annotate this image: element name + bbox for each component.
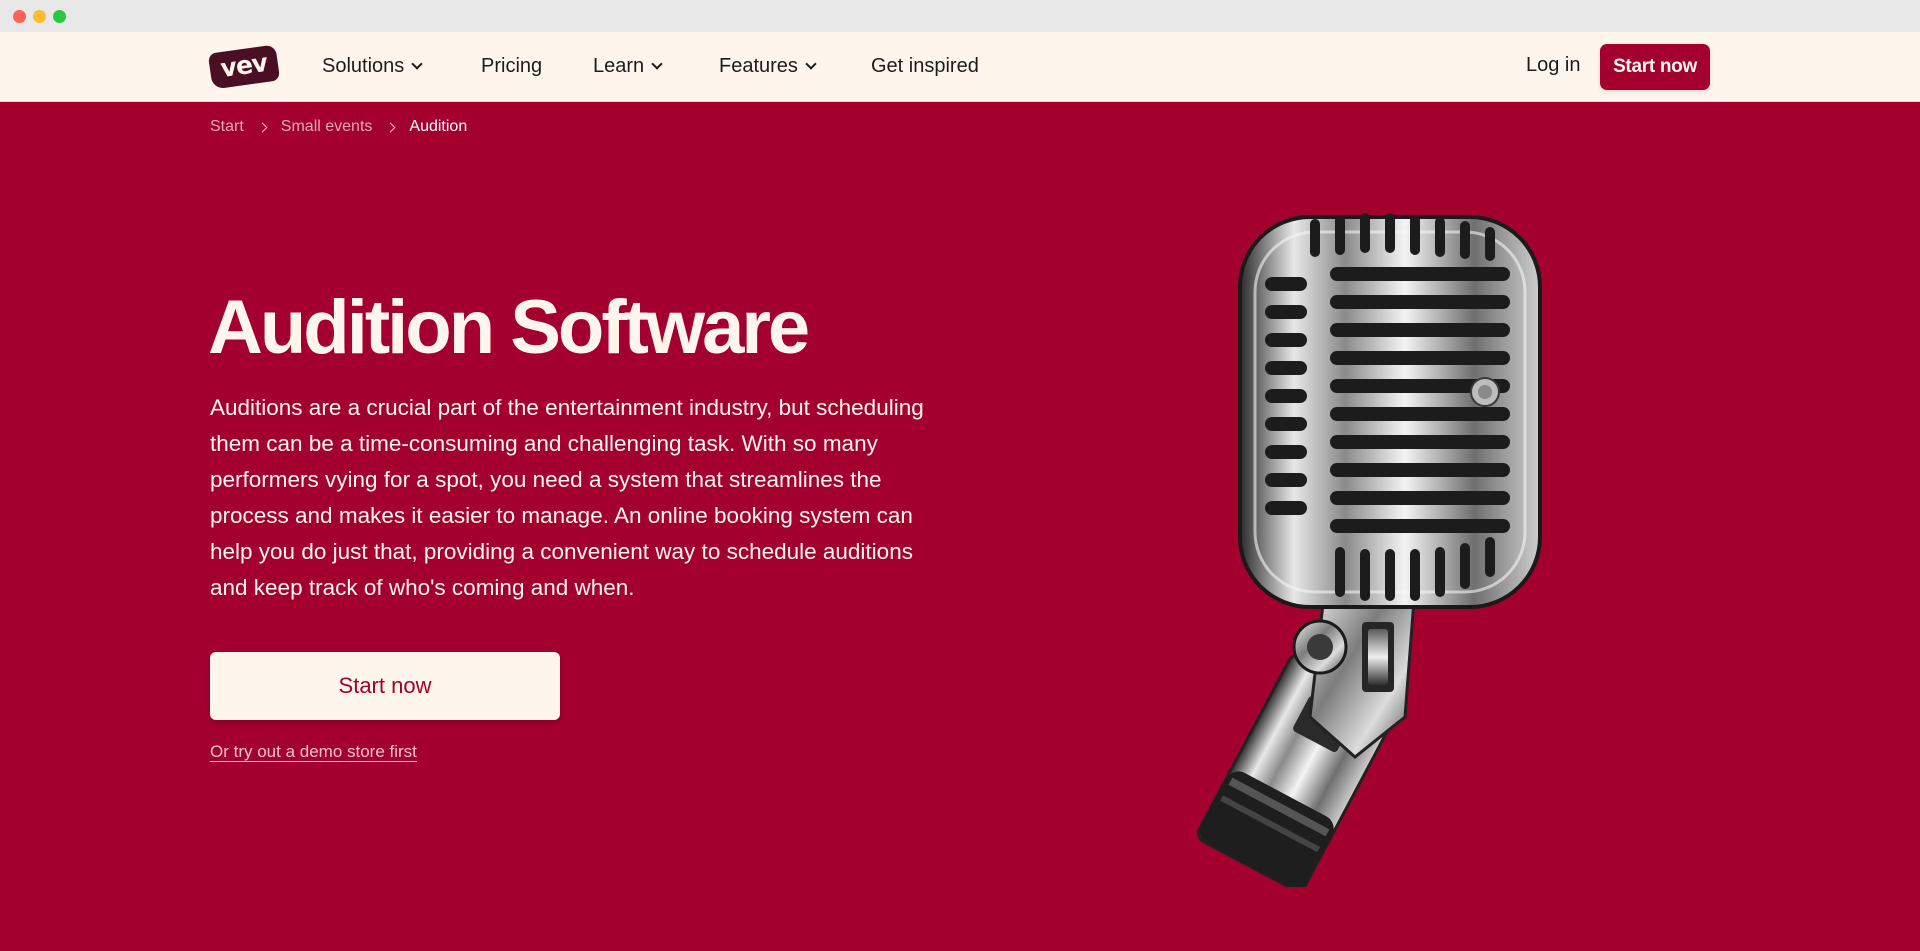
chevron-right-icon <box>257 122 268 132</box>
chevron-right-icon <box>385 122 396 132</box>
chevron-down-icon <box>805 58 817 70</box>
demo-store-link[interactable]: Or try out a demo store first <box>210 742 417 762</box>
breadcrumb: Start Small events Audition <box>210 118 467 136</box>
browser-titlebar <box>0 0 1920 32</box>
nav-get-inspired[interactable]: Get inspired <box>871 54 979 78</box>
nav-features-label: Features <box>719 54 798 77</box>
chevron-down-icon <box>411 58 423 70</box>
page-title: Audition Software <box>208 285 810 370</box>
top-navigation: vev Solutions Pricing Learn Features Get… <box>0 32 1920 102</box>
hero-description: Auditions are a crucial part of the ente… <box>210 395 924 600</box>
hero-section: Start Small events Audition Audition Sof… <box>0 102 1920 951</box>
nav-solutions[interactable]: Solutions <box>322 54 423 78</box>
minimize-window-button[interactable] <box>33 10 46 23</box>
maximize-window-button[interactable] <box>53 10 66 23</box>
logo-text: vev <box>218 47 269 84</box>
nav-learn[interactable]: Learn <box>593 54 663 78</box>
close-window-button[interactable] <box>13 10 26 23</box>
nav-start-now-button[interactable]: Start now <box>1600 44 1710 90</box>
breadcrumb-small-events[interactable]: Small events <box>281 118 373 136</box>
breadcrumb-start[interactable]: Start <box>210 118 244 136</box>
nav-pricing-label: Pricing <box>481 54 543 77</box>
nav-get-inspired-label: Get inspired <box>871 54 979 77</box>
nav-features[interactable]: Features <box>719 54 817 78</box>
vev-logo[interactable]: vev <box>207 44 281 90</box>
chevron-down-icon <box>651 58 663 70</box>
breadcrumb-current: Audition <box>409 118 468 135</box>
nav-pricing[interactable]: Pricing <box>481 54 542 78</box>
login-link[interactable]: Log in <box>1526 54 1581 77</box>
nav-solutions-label: Solutions <box>322 54 405 77</box>
nav-learn-label: Learn <box>593 54 645 77</box>
microphone-image <box>1197 213 1542 887</box>
hero-start-now-button[interactable]: Start now <box>210 652 560 720</box>
